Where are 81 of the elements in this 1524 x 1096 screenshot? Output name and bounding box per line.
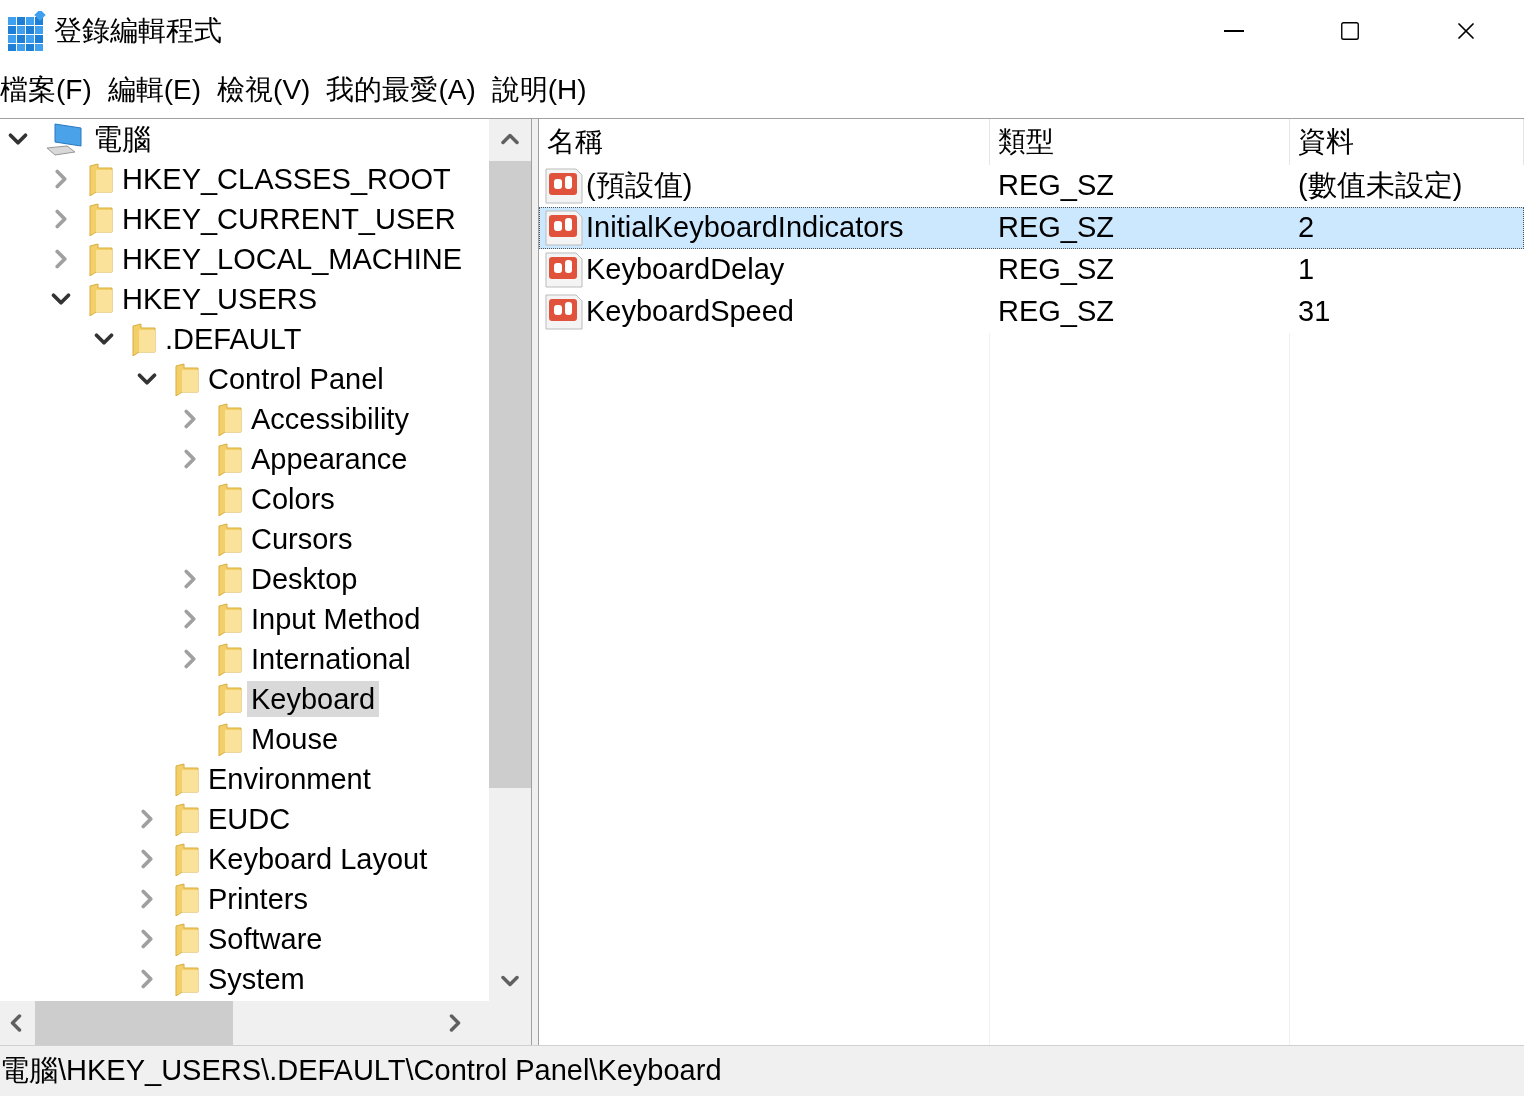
folder-icon	[217, 522, 243, 556]
status-path: 電腦\HKEY_USERS\.DEFAULT\Control Panel\Keyboard	[0, 1053, 722, 1089]
folder-icon	[217, 562, 243, 596]
folder-icon	[88, 162, 114, 196]
value-data: (數值未設定)	[1297, 168, 1463, 204]
value-name: KeyboardSpeed	[586, 294, 794, 330]
tree-item[interactable]: .DEFAULT	[161, 321, 306, 357]
folder-icon	[174, 882, 200, 916]
folder-icon	[174, 962, 200, 996]
value-row[interactable]: KeyboardSpeed REG_SZ 31	[539, 291, 1524, 333]
folder-icon	[217, 482, 243, 516]
tree-item[interactable]: 電腦	[89, 121, 155, 157]
column-header[interactable]: 名稱	[539, 119, 990, 165]
folder-icon	[88, 202, 114, 236]
tree-item[interactable]: Environment	[204, 761, 375, 797]
folder-icon	[174, 762, 200, 796]
tree-item[interactable]: Desktop	[247, 561, 362, 597]
vertical-scrollbar[interactable]	[489, 119, 531, 1001]
string-value-icon	[544, 251, 584, 289]
tree-item[interactable]: HKEY_CLASSES_ROOT	[118, 161, 455, 197]
tree-item[interactable]: International	[247, 641, 415, 677]
folder-icon	[88, 242, 114, 276]
tree-item[interactable]: HKEY_CURRENT_USER	[118, 201, 460, 237]
folder-icon	[131, 322, 157, 356]
value-type: REG_SZ	[997, 210, 1116, 246]
value-name: InitialKeyboardIndicators	[586, 210, 904, 246]
tree-item[interactable]: Colors	[247, 481, 339, 517]
tree-item[interactable]: Keyboard	[247, 681, 380, 717]
tree-item[interactable]: EUDC	[204, 801, 295, 837]
horizontal-scrollbar[interactable]	[0, 1001, 531, 1045]
tree-item[interactable]: HKEY_LOCAL_MACHINE	[118, 241, 467, 277]
tree-item[interactable]: Cursors	[247, 521, 357, 557]
folder-icon	[174, 362, 200, 396]
column-header[interactable]: 類型	[990, 119, 1290, 165]
folder-icon	[217, 682, 243, 716]
value-type: REG_SZ	[997, 168, 1116, 204]
value-name: KeyboardDelay	[586, 252, 785, 288]
registry-app-icon	[6, 11, 46, 51]
value-row[interactable]: InitialKeyboardIndicators REG_SZ 2	[539, 207, 1524, 249]
folder-icon	[217, 642, 243, 676]
column-header[interactable]: 資料	[1290, 119, 1524, 165]
tree-item[interactable]: Appearance	[247, 441, 412, 477]
menu-item[interactable]: 編輯(E)	[107, 69, 202, 111]
computer-icon	[45, 122, 85, 156]
folder-icon	[217, 402, 243, 436]
scrollbar-thumb[interactable]	[35, 1001, 233, 1045]
value-type: REG_SZ	[997, 294, 1116, 330]
menu-item[interactable]: 我的最愛(A)	[326, 69, 476, 111]
value-data: 31	[1297, 294, 1331, 330]
window-title: 登錄編輯程式	[54, 14, 222, 48]
string-value-icon	[544, 167, 584, 205]
tree-item[interactable]: Mouse	[247, 721, 343, 757]
menu-item[interactable]: 說明(H)	[491, 69, 587, 111]
menu-item[interactable]: 檢視(V)	[217, 69, 311, 111]
value-type: REG_SZ	[997, 252, 1116, 288]
tree-item[interactable]: Keyboard Layout	[204, 841, 432, 877]
folder-icon	[174, 922, 200, 956]
value-name: (預設值)	[586, 168, 693, 204]
string-value-icon	[544, 293, 584, 331]
tree-item[interactable]: Software	[204, 921, 327, 957]
value-row[interactable]: KeyboardDelay REG_SZ 1	[539, 249, 1524, 291]
folder-icon	[217, 722, 243, 756]
tree-item[interactable]: Input Method	[247, 601, 425, 637]
folder-icon	[217, 602, 243, 636]
minimize-icon	[1224, 30, 1244, 32]
value-data: 1	[1297, 252, 1315, 288]
tree-item[interactable]: Control Panel	[204, 361, 388, 397]
value-row[interactable]: (預設值) REG_SZ (數值未設定)	[539, 165, 1524, 207]
tree-item[interactable]: Accessibility	[247, 401, 413, 437]
maximize-icon	[1339, 20, 1361, 42]
tree-item[interactable]: System	[204, 961, 309, 997]
folder-icon	[217, 442, 243, 476]
menu-item[interactable]: 檔案(F)	[0, 69, 92, 111]
folder-icon	[88, 282, 114, 316]
tree-item[interactable]: HKEY_USERS	[118, 281, 321, 317]
value-data: 2	[1297, 210, 1315, 246]
string-value-icon	[544, 209, 584, 247]
folder-icon	[174, 802, 200, 836]
folder-icon	[174, 842, 200, 876]
tree-item[interactable]: Printers	[204, 881, 312, 917]
scrollbar-thumb[interactable]	[489, 161, 531, 788]
